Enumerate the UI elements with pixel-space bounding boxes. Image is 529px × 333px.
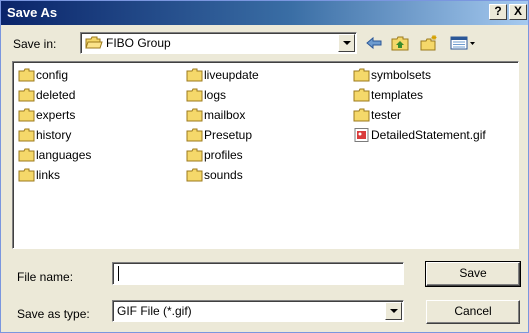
cancel-button[interactable]: Cancel bbox=[426, 300, 520, 324]
chevron-down-icon[interactable] bbox=[385, 302, 402, 320]
folder-icon bbox=[186, 88, 203, 102]
file-name: sounds bbox=[204, 168, 243, 182]
file-name-label: File name: bbox=[17, 270, 74, 284]
file-name: languages bbox=[36, 148, 92, 162]
folder-icon bbox=[353, 68, 370, 82]
save-as-dialog: Save As ? X Save in: FIBO Group config de… bbox=[0, 0, 529, 333]
help-button[interactable]: ? bbox=[489, 4, 507, 20]
file-name: templates bbox=[371, 88, 424, 102]
folder-icon bbox=[18, 68, 35, 82]
folder-icon bbox=[18, 88, 35, 102]
folder-icon bbox=[353, 108, 370, 122]
new-folder-icon[interactable] bbox=[419, 34, 439, 52]
save-in-dropdown[interactable]: FIBO Group bbox=[80, 32, 357, 54]
save-in-label: Save in: bbox=[13, 37, 57, 51]
title-bar[interactable]: Save As ? X bbox=[1, 1, 528, 25]
file-name: history bbox=[36, 128, 72, 142]
up-folder-icon[interactable] bbox=[390, 34, 410, 52]
folder-icon bbox=[186, 128, 203, 142]
file-name-input[interactable] bbox=[112, 262, 404, 285]
file-name: symbolsets bbox=[371, 68, 432, 82]
file-name: mailbox bbox=[204, 108, 246, 122]
image-file-icon bbox=[354, 128, 369, 142]
save-as-type-label: Save as type: bbox=[17, 307, 90, 321]
file-name: experts bbox=[36, 108, 76, 122]
chevron-down-icon[interactable] bbox=[338, 34, 355, 52]
save-in-value: FIBO Group bbox=[106, 36, 171, 50]
folder-icon bbox=[353, 88, 370, 102]
file-name: DetailedStatement.gif bbox=[371, 128, 486, 142]
window-title: Save As bbox=[7, 5, 58, 20]
save-as-type-dropdown[interactable]: GIF File (*.gif) bbox=[112, 300, 404, 322]
folder-icon bbox=[186, 68, 203, 82]
folder-icon bbox=[18, 168, 35, 182]
file-name: liveupdate bbox=[204, 68, 259, 82]
text-caret bbox=[118, 266, 119, 281]
folder-icon bbox=[18, 148, 35, 162]
back-arrow-icon[interactable] bbox=[364, 34, 384, 52]
folder-icon bbox=[18, 108, 35, 122]
file-name: tester bbox=[371, 108, 402, 122]
folder-icon bbox=[186, 148, 203, 162]
file-name: logs bbox=[204, 88, 227, 102]
save-button[interactable]: Save bbox=[425, 261, 521, 287]
folder-icon bbox=[186, 168, 203, 182]
file-name: deleted bbox=[36, 88, 76, 102]
file-list[interactable]: config deleted experts history languages link… bbox=[12, 61, 519, 249]
views-menu-icon[interactable] bbox=[449, 34, 477, 52]
file-name: links bbox=[36, 168, 61, 182]
file-name: config bbox=[36, 68, 69, 82]
file-name: profiles bbox=[204, 148, 243, 162]
file-name: Presetup bbox=[204, 128, 253, 142]
save-as-type-value: GIF File (*.gif) bbox=[117, 304, 192, 318]
open-folder-icon bbox=[85, 36, 103, 49]
folder-icon bbox=[18, 128, 35, 142]
close-button[interactable]: X bbox=[509, 4, 527, 20]
folder-icon bbox=[186, 108, 203, 122]
